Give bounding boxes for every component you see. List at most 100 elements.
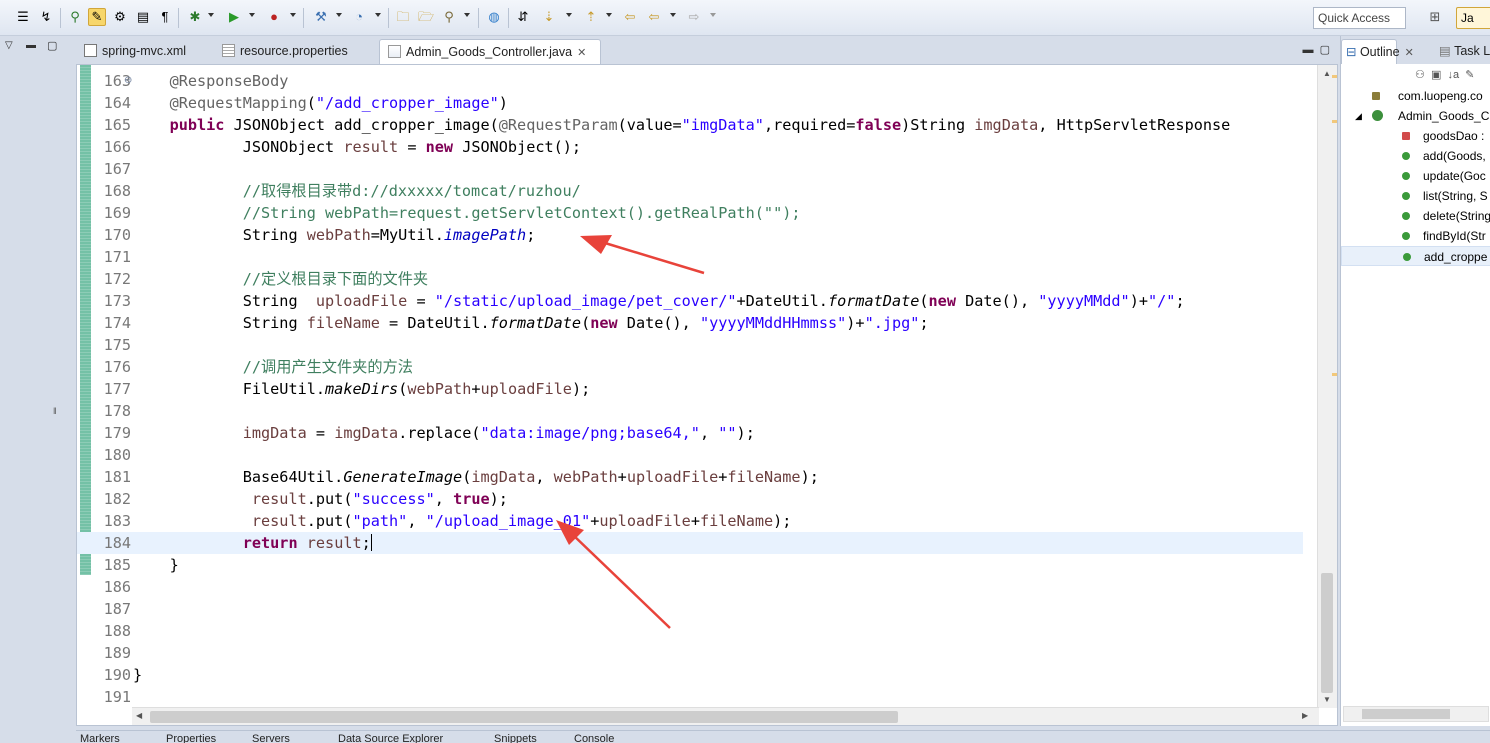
hide-fields-icon[interactable]: ⚇ [1415,69,1425,81]
open-type-icon[interactable]: ⚲ [66,8,84,26]
editor-vertical-scrollbar[interactable]: ▲ ▼ [1317,65,1337,708]
bottom-view-tab[interactable]: Properties [166,733,216,743]
outline-node[interactable]: ◢ Admin_Goods_C [1341,106,1490,126]
close-tab-icon[interactable]: ✕ [1405,47,1414,59]
quick-access-field[interactable]: Quick Access [1313,7,1406,29]
open-perspective-icon[interactable]: ⊞ [1426,8,1444,26]
scroll-right-icon[interactable]: ▶ [1302,711,1308,720]
code-token: String [133,314,307,332]
search-icon[interactable]: ⚲ [440,8,458,26]
tree-expander-icon[interactable]: ◢ [1355,106,1362,126]
outline-horizontal-scroll-thumb[interactable] [1362,709,1450,719]
close-tab-icon[interactable]: ✕ [577,47,586,59]
outline-node[interactable]: update(Goc [1341,166,1490,186]
outline-node[interactable]: com.luopeng.co [1341,86,1490,106]
code-token: imagePath [443,226,527,244]
new-class-dropdown-icon[interactable] [375,13,381,17]
open-project-icon[interactable]: 🗁 [417,8,435,26]
code-token: .replace( [398,424,481,442]
debug-dropdown-icon[interactable] [208,13,214,17]
next-annotation-icon[interactable]: ⇵ [514,8,532,26]
block-selection-icon[interactable]: ⚙ [111,8,129,26]
scroll-down-icon[interactable]: ▼ [1323,695,1331,704]
run-icon[interactable]: ▶ [225,8,243,26]
sash-handle-icon[interactable]: ‖ [53,406,57,416]
line-number: 172 [103,270,131,288]
code-token: , HttpServletResponse [1038,116,1231,134]
outline-node[interactable]: findById(Str [1341,226,1490,246]
hide-nonpublic-icon[interactable]: ✎ [1465,69,1474,81]
outline-tab[interactable]: ▤ Task L [1435,39,1490,64]
minimize-icon[interactable]: ▬ [26,40,36,51]
forward-dropdown-icon[interactable] [710,13,716,17]
last-edit-location-icon[interactable]: ⇣ [540,8,558,26]
outline-node[interactable]: add_croppe [1341,246,1490,266]
view-menu-icon[interactable]: ▽ [5,40,13,51]
debug-icon[interactable]: ✱ [186,8,204,26]
search-dropdown-icon[interactable] [464,13,470,17]
toolbar-separator [60,8,61,28]
code-line: 171 [77,246,1303,268]
bottom-view-tab[interactable]: Snippets [494,733,537,743]
outline-horizontal-scrollbar[interactable] [1343,706,1489,722]
mark-occurrences-icon[interactable]: ↯ [37,8,55,26]
outline-node[interactable]: add(Goods, [1341,146,1490,166]
toggle-breadcrumb-icon[interactable]: ☰ [14,8,32,26]
run-dropdown-icon[interactable] [249,13,255,17]
maximize-icon[interactable]: ▢ [47,39,57,52]
bottom-view-tab[interactable]: Servers [252,733,290,743]
bottom-view-tab[interactable]: Data Source Explorer [338,733,443,743]
globe-icon[interactable]: ◍ [485,8,503,26]
code-token: "yyyyMMdd" [1038,292,1130,310]
external-tools-icon[interactable]: ● [265,8,283,26]
code-token: JSONObject add_cropper_image( [224,116,499,134]
code-token: , [699,424,719,442]
maximize-editor-icon[interactable]: ▢ [1320,44,1330,56]
editor-tab[interactable]: Admin_Goods_Controller.java ✕ [379,39,601,64]
outline-node[interactable]: goodsDao : [1341,126,1490,146]
editor-horizontal-scrollbar[interactable]: ◀ ▶ [132,707,1319,725]
code-token: result [251,512,307,530]
minimize-editor-icon[interactable]: ▬ [1302,44,1313,56]
xml-file-icon [84,44,97,57]
show-whitespace-icon[interactable]: ▤ [134,8,152,26]
line-number: 168 [103,182,131,200]
java-perspective-button[interactable]: Ja [1456,7,1490,29]
code-token: + [617,468,627,486]
editor-vertical-scroll-thumb[interactable] [1321,573,1333,693]
pencil-icon[interactable]: ✎ [88,8,106,26]
java-code-editor[interactable]: 163 ⊖ @ResponseBody 164 @RequestMapping("/… [76,64,1338,726]
back-dropdown-icon[interactable] [670,13,676,17]
hide-static-icon[interactable]: ▣ [1431,69,1441,81]
outline-node[interactable]: delete(String [1341,206,1490,226]
outline-tab[interactable]: ⊟ Outline ✕ [1341,39,1414,64]
editor-tab[interactable]: resource.properties [214,39,366,64]
back-history-icon[interactable]: ⇦ [621,8,639,26]
prev-annotation-dropdown-icon[interactable] [606,13,612,17]
prev-annotation-icon[interactable]: ⇡ [582,8,600,26]
code-token: } [133,556,179,574]
code-token: GenerateImage [343,468,463,486]
annotation-dropdown-icon[interactable] [566,13,572,17]
new-dropdown-icon[interactable] [336,13,342,17]
editor-tab[interactable]: spring-mvc.xml [76,39,204,64]
line-number: 166 [103,138,131,156]
open-folder-icon[interactable]: 🗀 [394,8,412,26]
fold-toggle-icon[interactable]: ⊖ [124,70,132,92]
back-icon[interactable]: ⇦ [645,8,663,26]
new-server-icon[interactable]: ⚒ [312,8,330,26]
external-tools-dropdown-icon[interactable] [290,13,296,17]
scroll-left-icon[interactable]: ◀ [136,711,142,720]
bottom-view-tab[interactable]: Markers [80,733,120,743]
pilcrow-icon[interactable]: ¶ [156,8,174,26]
scroll-up-icon[interactable]: ▲ [1323,69,1331,78]
editor-horizontal-scroll-thumb[interactable] [150,711,898,723]
sort-icon[interactable]: ↓a [1448,69,1460,81]
forward-icon[interactable]: ⇨ [685,8,703,26]
new-class-icon[interactable]: ◔ [350,8,368,26]
outline-node[interactable]: list(String, S [1341,186,1490,206]
bottom-view-tab[interactable]: Console [574,733,614,743]
outline-icon: ⊟ [1346,45,1360,59]
code-text: //定义根目录下面的文件夹 [133,268,1303,290]
